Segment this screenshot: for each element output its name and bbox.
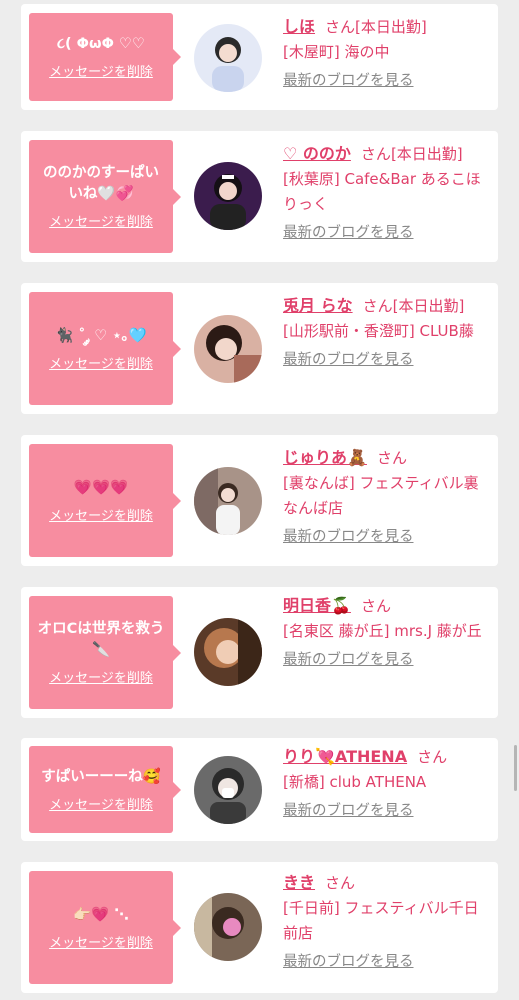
girl-name-link[interactable]: 明日香🍒 [283,596,351,615]
message-card: 👉🏻💗 ⋱ メッセージを削除 きき さん [千日前] フェスティバル千日前店 最新… [21,862,498,993]
girl-name-link[interactable]: じゅりあ🧸 [283,448,367,467]
name-line: きき さん [283,870,493,896]
message-bubble: 🐈‍⬛ ˚ ༘ ♡ ⋆｡🩵 メッセージを削除 [29,292,181,405]
shop-text: [新橋] club ATHENA [283,773,427,791]
girl-info: じゅりあ🧸 さん [裏なんば] フェスティバル裏なんば店 最新のブログを見る [283,445,493,550]
avatar[interactable] [194,756,262,824]
honorific: さん [360,145,391,163]
status-text: [本日出勤] [390,145,463,163]
girl-name-link[interactable]: しほ [283,17,315,36]
avatar-photo [194,756,262,824]
avatar-photo [194,24,262,92]
message-text: 👉🏻💗 ⋱ [73,906,129,923]
message-text: オロCは世界を救う🔪 [37,621,165,658]
girl-info: 兎月 らな さん[本日出勤] [山形駅前・香澄町] CLUB藤 最新のブログを見る [283,293,493,373]
message-bubble: ののかのすーぱいいね🤍💞 メッセージを削除 [29,140,181,253]
message-text: 💗💗💗 [73,479,129,496]
honorific: さん [362,297,393,315]
avatar-photo [194,315,262,383]
shop-text: [千日前] フェスティバル千日前店 [283,899,479,942]
latest-blog-link[interactable]: 最新のブログを見る [283,348,414,373]
avatar-photo [194,618,262,686]
scrollbar[interactable] [514,745,517,791]
girl-name-link[interactable]: ♡ ののか [283,144,351,163]
avatar-photo [194,467,262,535]
honorific: さん [325,874,356,892]
latest-blog-link[interactable]: 最新のブログを見る [283,799,414,824]
avatar-photo [194,162,262,230]
avatar-photo [194,893,262,961]
girl-name-link[interactable]: りり💘ATHENA [283,747,407,766]
girl-info: 明日香🍒 さん [名東区 藤が丘] mrs.J 藤が丘 最新のブログを見る [283,593,493,673]
latest-blog-link[interactable]: 最新のブログを見る [283,648,414,673]
avatar[interactable] [194,24,262,92]
avatar[interactable] [194,467,262,535]
latest-blog-link[interactable]: 最新のブログを見る [283,525,414,550]
name-line: りり💘ATHENA さん [283,744,493,770]
message-bubble: オロCは世界を救う🔪 メッセージを削除 [29,596,181,709]
girl-info: りり💘ATHENA さん [新橋] club ATHENA 最新のブログを見る [283,744,493,824]
name-line: 明日香🍒 さん [283,593,493,619]
latest-blog-link[interactable]: 最新のブログを見る [283,69,414,94]
latest-blog-link[interactable]: 最新のブログを見る [283,950,414,975]
message-text: 🐈‍⬛ ˚ ༘ ♡ ⋆｡🩵 [55,327,147,344]
name-line: ♡ ののか さん[本日出勤] [283,141,493,167]
delete-message-link[interactable]: メッセージを削除 [49,61,153,80]
message-card: 🐈‍⬛ ˚ ༘ ♡ ⋆｡🩵 メッセージを削除 兎月 らな さん[本日出勤] [山形… [21,283,498,414]
message-bubble: すぱいーーーね🥰 メッセージを削除 [29,746,181,833]
latest-blog-link[interactable]: 最新のブログを見る [283,221,414,246]
honorific: さん [360,597,391,615]
name-line: じゅりあ🧸 さん [283,445,493,471]
message-text: すぱいーーーね🥰 [41,768,161,785]
delete-message-link[interactable]: メッセージを削除 [49,505,153,524]
message-card: オロCは世界を救う🔪 メッセージを削除 明日香🍒 さん [名東区 藤が丘] mrs… [21,587,498,718]
message-card: 💗💗💗 メッセージを削除 じゅりあ🧸 さん [裏なんば] フェスティバル裏なんば店… [21,435,498,566]
message-bubble: 👉🏻💗 ⋱ メッセージを削除 [29,871,181,984]
shop-text: [名東区 藤が丘] mrs.J 藤が丘 [283,622,482,640]
status-text: [本日出勤] [392,297,465,315]
shop-text: [秋葉原] Cafe&Bar あるこほりっく [283,170,481,213]
shop-text: [裏なんば] フェスティバル裏なんば店 [283,474,479,517]
girl-name-link[interactable]: きき [283,873,315,892]
message-text: ૮( Φ​ω​Φ ♡♡ [57,36,145,52]
status-text: [本日出勤] [355,18,427,36]
name-line: 兎月 らな さん[本日出勤] [283,293,493,319]
shop-text: [木屋町] 海の中 [283,43,390,61]
shop-text: [山形駅前・香澄町] CLUB藤 [283,322,474,340]
delete-message-link[interactable]: メッセージを削除 [49,211,153,230]
name-line: しほ さん[本日出勤] [283,14,493,40]
delete-message-link[interactable]: メッセージを削除 [49,667,153,686]
message-bubble: 💗💗💗 メッセージを削除 [29,444,181,557]
delete-message-link[interactable]: メッセージを削除 [49,794,153,813]
avatar[interactable] [194,315,262,383]
girl-info: きき さん [千日前] フェスティバル千日前店 最新のブログを見る [283,870,493,975]
honorific: さん [376,449,407,467]
avatar[interactable] [194,162,262,230]
avatar[interactable] [194,893,262,961]
girl-name-link[interactable]: 兎月 らな [283,296,353,315]
message-text: ののかのすーぱいいね🤍💞 [43,165,159,202]
delete-message-link[interactable]: メッセージを削除 [49,353,153,372]
honorific: さん [417,748,448,766]
honorific: さん [325,18,356,36]
message-card: ૮( Φ​ω​Φ ♡♡ メッセージを削除 しほ さん[本日出勤] [木屋町] 海の… [21,4,498,110]
delete-message-link[interactable]: メッセージを削除 [49,932,153,951]
girl-info: ♡ ののか さん[本日出勤] [秋葉原] Cafe&Bar あるこほりっく 最新の… [283,141,493,246]
girl-info: しほ さん[本日出勤] [木屋町] 海の中 最新のブログを見る [283,14,493,94]
avatar[interactable] [194,618,262,686]
message-bubble: ૮( Φ​ω​Φ ♡♡ メッセージを削除 [29,13,181,101]
message-card: ののかのすーぱいいね🤍💞 メッセージを削除 ♡ ののか さん[本日出勤] [秋葉原… [21,131,498,262]
message-card: すぱいーーーね🥰 メッセージを削除 りり💘ATHENA さん [新橋] club … [21,738,498,841]
